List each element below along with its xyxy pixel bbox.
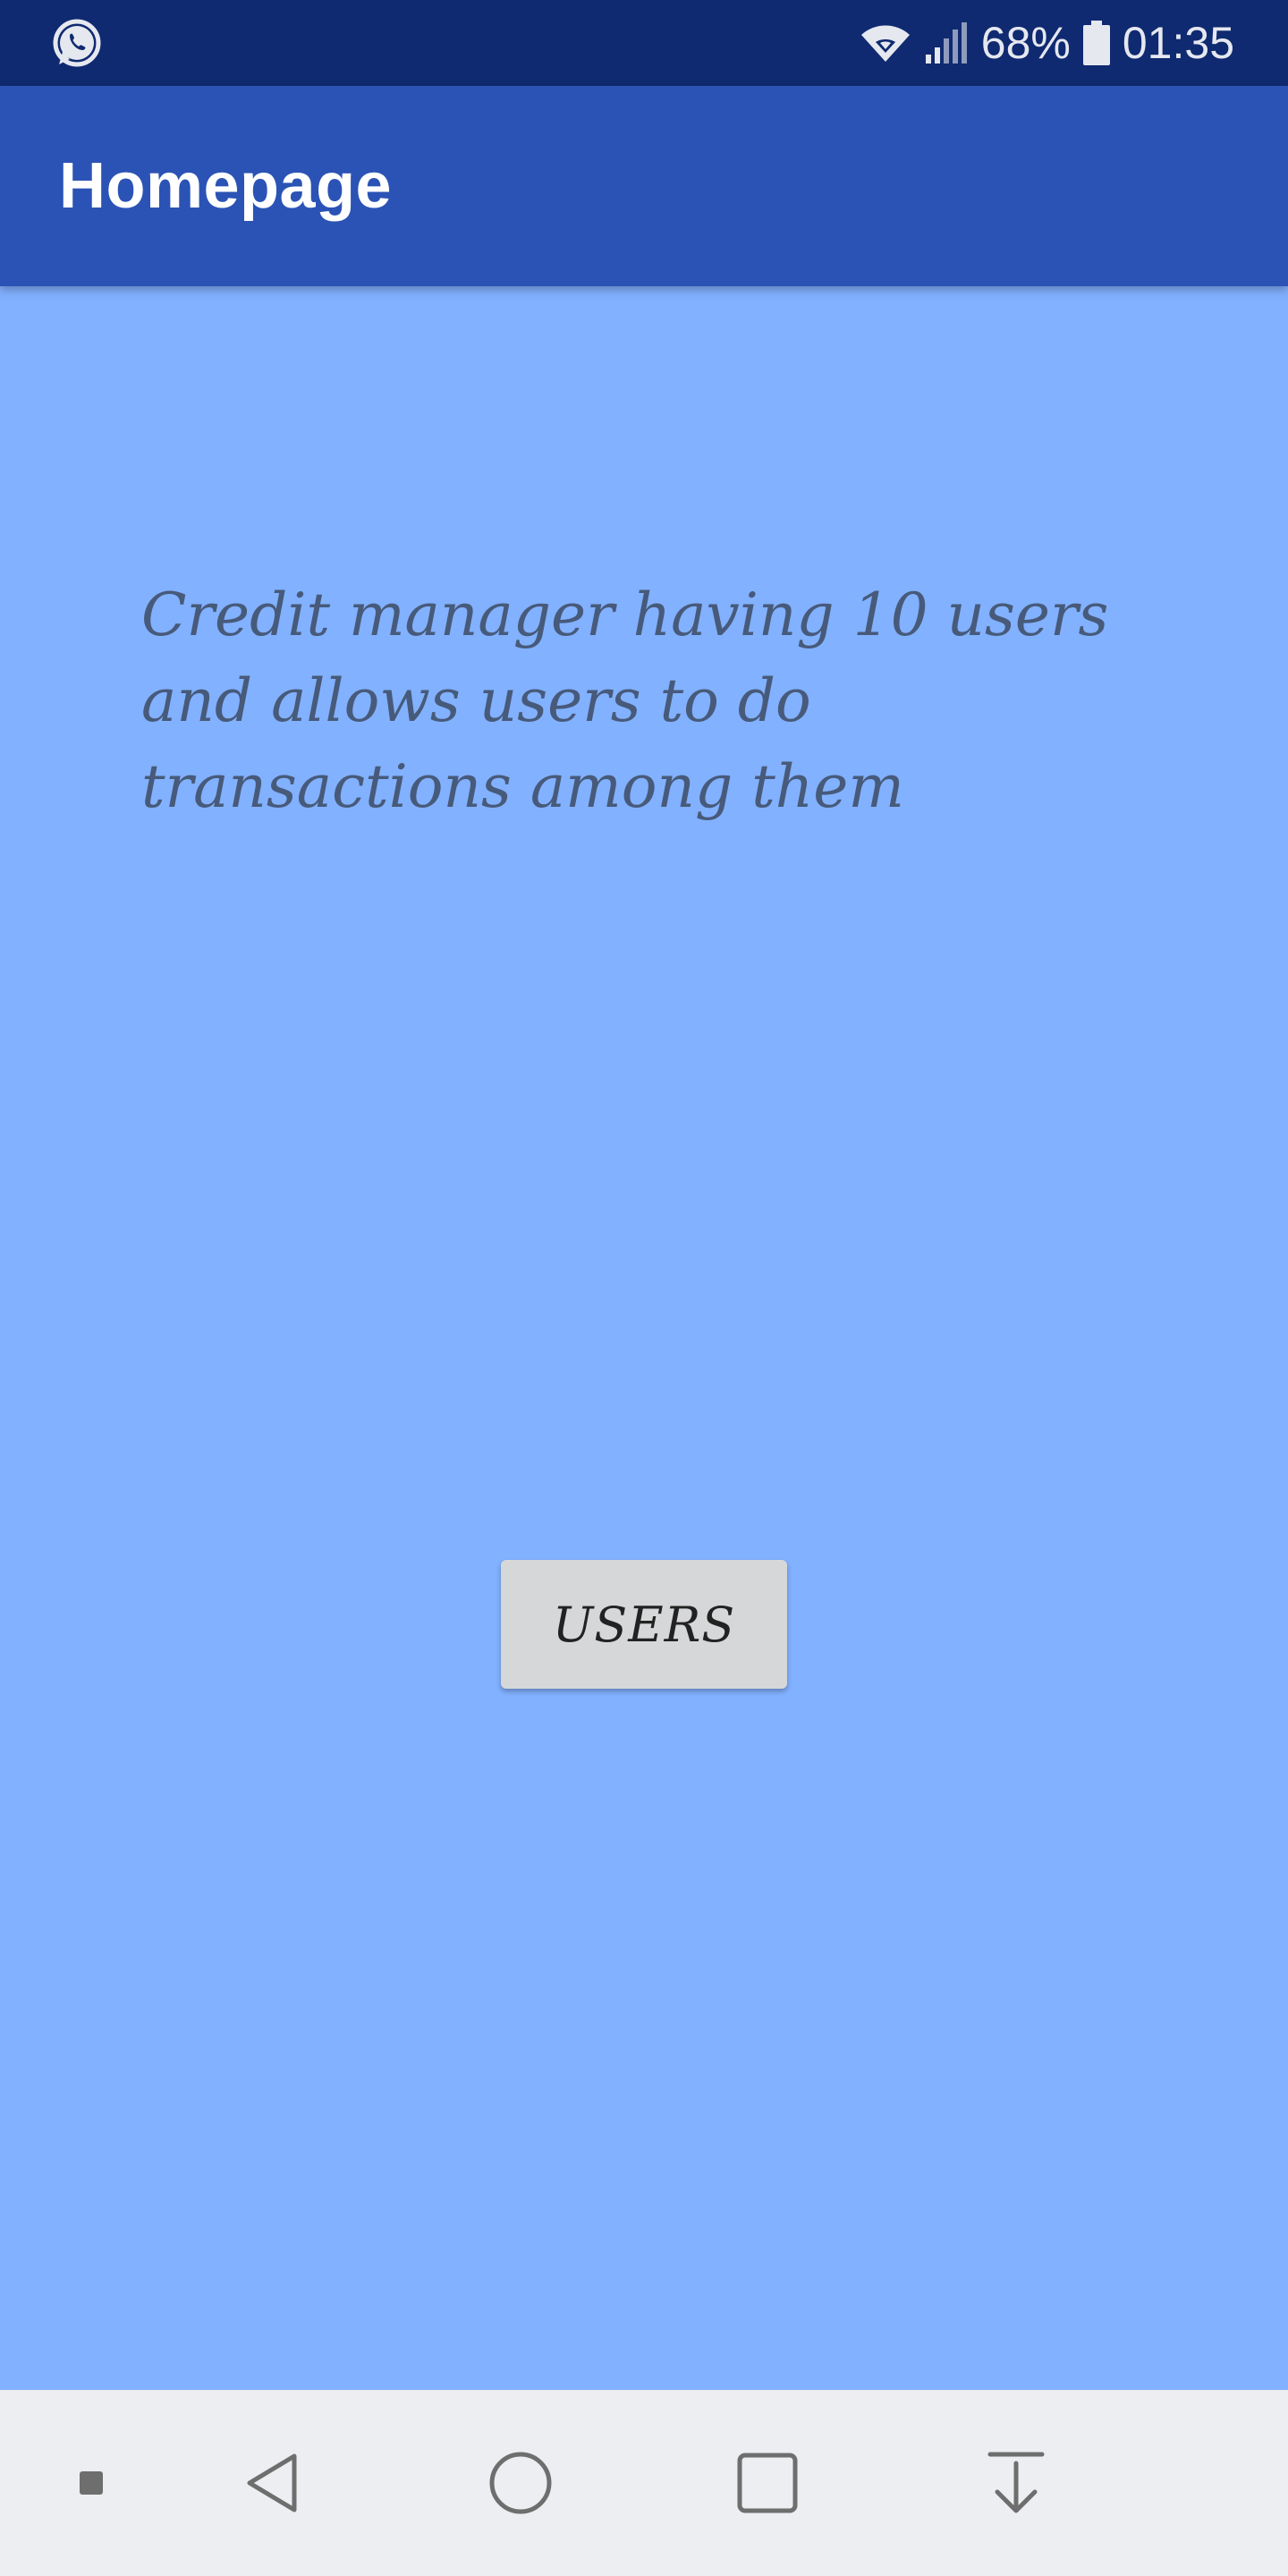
description-text: Credit manager having 10 users and allow… — [141, 580, 1109, 821]
signal-icon — [924, 22, 969, 64]
download-arrow-icon[interactable] — [971, 2390, 1061, 2576]
home-circle-icon[interactable] — [476, 2390, 565, 2576]
recents-square-icon[interactable] — [723, 2390, 812, 2576]
wifi-icon — [860, 22, 911, 64]
battery-icon — [1082, 21, 1110, 65]
back-triangle-icon[interactable] — [227, 2390, 317, 2576]
page-title: Homepage — [59, 150, 393, 222]
main-content: Credit manager having 10 users and allow… — [0, 286, 1288, 2390]
screen: 68% 01:35 Homepage Credit manager having… — [0, 0, 1288, 2576]
dot-icon[interactable] — [55, 2390, 127, 2576]
status-bar: 68% 01:35 — [0, 0, 1288, 86]
whatsapp-icon — [50, 16, 104, 70]
navigation-bar — [0, 2390, 1288, 2576]
app-bar: Homepage — [0, 86, 1288, 286]
status-right: 68% 01:35 — [860, 0, 1234, 86]
clock: 01:35 — [1122, 18, 1234, 68]
battery-percent: 68% — [980, 18, 1071, 68]
users-button[interactable]: USERS — [501, 1560, 787, 1689]
